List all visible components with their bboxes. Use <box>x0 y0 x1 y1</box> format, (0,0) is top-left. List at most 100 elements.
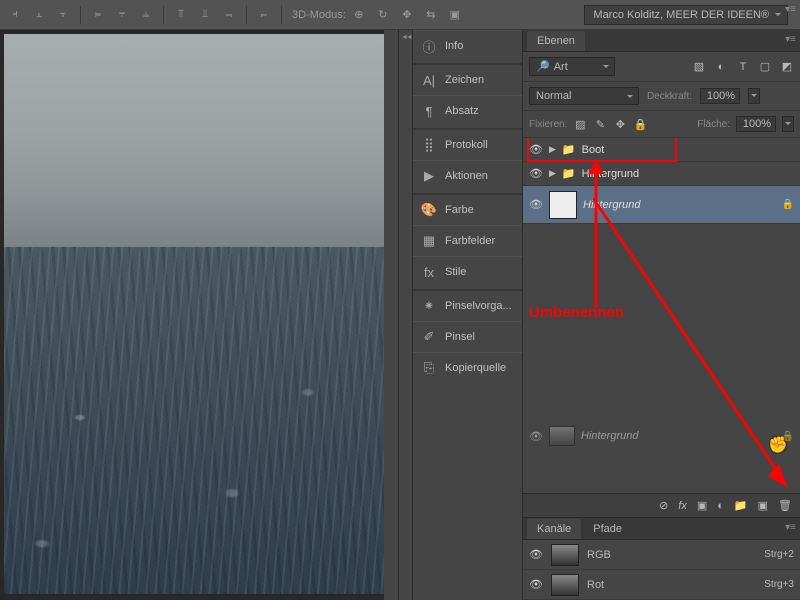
mask-icon[interactable]: ▣ <box>697 499 707 512</box>
annotation-rename-label: Umbenennen <box>529 304 624 321</box>
distribute-v-icon[interactable]: ⫫ <box>194 4 216 26</box>
styles-icon: fx <box>421 264 437 280</box>
channel-thumbnail <box>551 574 579 596</box>
channel-name: RGB <box>587 549 611 561</box>
paragraph-panel-button[interactable]: ¶Absatz <box>413 95 522 126</box>
align-right-icon[interactable]: ⫟ <box>52 4 74 26</box>
brush-presets-icon: ⁕ <box>421 298 437 314</box>
slide-icon[interactable]: ⇆ <box>420 4 442 26</box>
channel-rgb[interactable]: 👁 RGB Strg+2 <box>523 540 800 570</box>
color-icon: 🎨 <box>421 202 437 218</box>
align-top-icon[interactable]: ⫢ <box>87 4 109 26</box>
new-group-icon[interactable]: 📁 <box>734 499 748 512</box>
lock-pixels-icon[interactable]: ✎ <box>593 117 607 131</box>
tab-paths[interactable]: Pfade <box>583 519 632 539</box>
blend-opacity-row: Normal Deckkraft: 100% <box>523 82 800 111</box>
layers-bottom-toolbar: ⊘ fx ▣ ◐ 📁 ▣ 🗑 <box>523 493 800 517</box>
right-panel-column: ▾≡ Ebenen ▾≡ 🔎 Art ▧ ◐ T ▢ ◩ Normal Deck… <box>522 30 800 600</box>
channel-shortcut: Strg+2 <box>764 549 794 560</box>
distribute-icon[interactable]: ⫬ <box>218 4 240 26</box>
filter-text-icon[interactable]: T <box>736 60 750 74</box>
character-panel-button[interactable]: A|Zeichen <box>413 63 522 95</box>
channels-panel-menu-icon[interactable]: ▾≡ <box>785 522 796 533</box>
new-layer-icon[interactable]: ▣ <box>758 499 768 512</box>
layer-filter-type[interactable]: 🔎 Art <box>529 57 615 76</box>
panel-collapse-strip[interactable] <box>398 30 412 600</box>
layers-tab-bar: Ebenen ▾≡ <box>523 30 800 52</box>
swatches-panel-button[interactable]: ▦Farbfelder <box>413 225 522 256</box>
distribute-spacing-icon[interactable]: ⫭ <box>253 4 275 26</box>
brush-presets-panel-button[interactable]: ⁕Pinselvorga... <box>413 289 522 321</box>
fill-value[interactable]: 100% <box>736 116 776 132</box>
lock-label: Fixieren: <box>529 119 567 130</box>
vertical-scrollbar[interactable] <box>384 30 398 600</box>
opacity-value[interactable]: 100% <box>700 88 740 104</box>
fill-slider-toggle[interactable] <box>782 116 794 132</box>
link-layers-icon[interactable]: ⊘ <box>659 499 668 512</box>
channels-panel: Kanäle Pfade ▾≡ 👁 RGB Strg+2 👁 Rot Strg+… <box>523 517 800 600</box>
orbit-icon[interactable]: ⊕ <box>348 4 370 26</box>
filter-shape-icon[interactable]: ▢ <box>758 60 772 74</box>
align-middle-icon[interactable]: ⫧ <box>111 4 133 26</box>
delete-layer-icon[interactable]: 🗑 <box>778 499 792 512</box>
styles-panel-button[interactable]: fxStile <box>413 256 522 287</box>
lock-position-icon[interactable]: ✥ <box>613 117 627 131</box>
brush-panel-button[interactable]: ✐Pinsel <box>413 321 522 352</box>
panel-menu-icon[interactable]: ▾≡ <box>785 4 796 15</box>
canvas[interactable] <box>0 30 398 600</box>
layer-folder-boot[interactable]: 👁 ▶ 📁 Boot <box>523 138 800 162</box>
layer-thumbnail[interactable] <box>549 191 577 219</box>
collapsed-panels-column: ⓘInfo A|Zeichen ¶Absatz ⣿Protokoll ▶Akti… <box>412 30 522 600</box>
layer-folder-hintergrund[interactable]: 👁 ▶ 📁 Hintergrund <box>523 162 800 186</box>
adjustment-icon[interactable]: ◐ <box>717 500 724 512</box>
visibility-toggle[interactable]: 👁 <box>529 167 543 180</box>
visibility-toggle[interactable]: 👁 <box>529 548 543 561</box>
user-menu[interactable]: Marco Kolditz, MEER DER IDEEN® <box>584 5 788 25</box>
filter-smart-icon[interactable]: ◩ <box>780 60 794 74</box>
filter-pixel-icon[interactable]: ▧ <box>692 60 706 74</box>
align-left-icon[interactable]: ⫞ <box>4 4 26 26</box>
lock-transparent-icon[interactable]: ▨ <box>573 117 587 131</box>
channel-rot[interactable]: 👁 Rot Strg+3 <box>523 570 800 600</box>
layer-background[interactable]: 👁 Hintergrund 🔒 <box>523 186 800 224</box>
channel-name: Rot <box>587 579 604 591</box>
align-center-icon[interactable]: ⫠ <box>28 4 50 26</box>
tab-channels[interactable]: Kanäle <box>527 519 581 539</box>
filter-adjust-icon[interactable]: ◐ <box>714 60 728 74</box>
fill-label: Fläche: <box>697 119 730 130</box>
layers-panel-menu-icon[interactable]: ▾≡ <box>785 34 796 45</box>
fx-icon[interactable]: fx <box>678 500 687 512</box>
info-icon: ⓘ <box>421 38 437 54</box>
dragged-layer-ghost: 👁 Hintergrund 🔒 <box>529 419 794 453</box>
clone-source-panel-button[interactable]: ⎘Kopierquelle <box>413 352 522 383</box>
swatches-icon: ▦ <box>421 233 437 249</box>
channel-thumbnail <box>551 544 579 566</box>
info-panel-button[interactable]: ⓘInfo <box>413 30 522 61</box>
align-bottom-icon[interactable]: ⫨ <box>135 4 157 26</box>
rotate-icon[interactable]: ↻ <box>372 4 394 26</box>
blend-mode-select[interactable]: Normal <box>529 87 639 105</box>
folder-icon: 📁 <box>562 167 576 180</box>
pan-icon[interactable]: ✥ <box>396 4 418 26</box>
actions-panel-button[interactable]: ▶Aktionen <box>413 160 522 191</box>
lock-fill-row: Fixieren: ▨ ✎ ✥ 🔒 Fläche: 100% <box>523 111 800 138</box>
character-icon: A| <box>421 72 437 88</box>
color-panel-button[interactable]: 🎨Farbe <box>413 193 522 225</box>
tab-layers[interactable]: Ebenen <box>527 31 585 51</box>
distribute-h-icon[interactable]: ⫪ <box>170 4 192 26</box>
opacity-slider-toggle[interactable] <box>748 88 760 104</box>
visibility-toggle[interactable]: 👁 <box>529 143 543 156</box>
visibility-toggle[interactable]: 👁 <box>529 198 543 211</box>
layers-list: 👁 ▶ 📁 Boot 👁 ▶ 📁 Hintergrund 👁 Hintergru… <box>523 138 800 493</box>
paragraph-icon: ¶ <box>421 103 437 119</box>
actions-icon: ▶ <box>421 168 437 184</box>
clone-source-icon: ⎘ <box>421 360 437 376</box>
history-panel-button[interactable]: ⣿Protokoll <box>413 128 522 160</box>
visibility-toggle[interactable]: 👁 <box>529 578 543 591</box>
expand-arrow-icon[interactable]: ▶ <box>549 168 556 179</box>
lock-all-icon[interactable]: 🔒 <box>633 117 647 131</box>
lock-icon[interactable]: 🔒 <box>782 199 794 210</box>
expand-arrow-icon[interactable]: ▶ <box>549 144 556 155</box>
brush-icon: ✐ <box>421 329 437 345</box>
camera-icon[interactable]: ▣ <box>444 4 466 26</box>
